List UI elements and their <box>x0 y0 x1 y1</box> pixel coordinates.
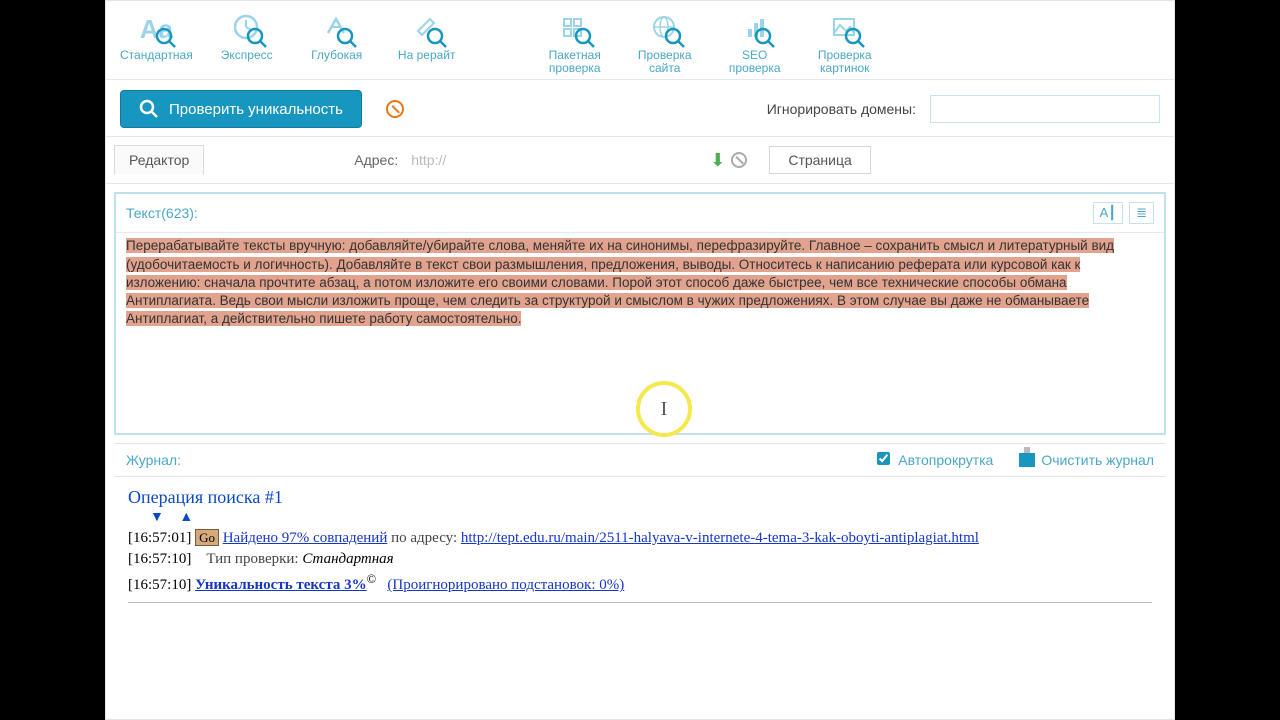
magnifier-icon <box>336 27 358 49</box>
text-count-label: Текст(623): <box>126 205 198 221</box>
search-icon <box>139 99 159 119</box>
font-tool-button[interactable]: A┃ <box>1093 202 1124 224</box>
clear-journal-label: Очистить журнал <box>1041 452 1154 468</box>
tool-label: Проверка сайта <box>638 49 692 75</box>
tool-seo[interactable]: SEO проверка <box>719 9 791 75</box>
operation-title: Операция поиска #1 <box>128 487 1152 508</box>
tool-site[interactable]: Проверка сайта <box>629 9 701 75</box>
address-input[interactable] <box>404 146 704 174</box>
action-row: Проверить уникальность Игнорировать доме… <box>106 80 1174 136</box>
log-text: по адресу: <box>391 530 461 546</box>
log-line-2: [16:57:10] Тип проверки: Стандартная <box>128 551 1152 568</box>
magnifier-icon <box>574 27 596 49</box>
tool-label: Экспресс <box>221 49 273 62</box>
brush-icon <box>1019 453 1035 467</box>
layout-tool-button[interactable]: ≣ <box>1129 202 1154 224</box>
journal-header: Журнал: Автопрокрутка Очистить журнал <box>114 443 1166 477</box>
tool-label: Проверка картинок <box>818 49 872 75</box>
match-link[interactable]: Найдено 97% совпадений <box>223 530 388 546</box>
check-button-label: Проверить уникальность <box>169 101 343 118</box>
magnifier-icon <box>844 27 866 49</box>
address-label: Адрес: <box>354 152 398 168</box>
journal-title: Журнал: <box>126 452 181 468</box>
page-tab[interactable]: Страница <box>769 146 870 174</box>
magnifier-icon <box>754 27 776 49</box>
log-time: [16:57:01] <box>128 530 191 546</box>
log-line-1: [16:57:01] Go Найдено 97% совпадений по … <box>128 530 1152 547</box>
tool-rewrite[interactable]: На рерайт <box>391 9 463 75</box>
journal-body: Операция поиска #1 ▼ ▲ [16:57:01] Go Най… <box>114 477 1166 609</box>
tool-standard[interactable]: Aа Стандартная <box>120 9 193 75</box>
tool-label: На рерайт <box>398 49 456 62</box>
ignore-domains-label: Игнорировать домены: <box>767 101 916 117</box>
clear-journal-button[interactable]: Очистить журнал <box>1019 452 1154 468</box>
text-panel: Текст(623): A┃ ≣ Перерабатывайте тексты … <box>114 192 1166 435</box>
tool-label: Стандартная <box>120 49 193 62</box>
substitutions-link[interactable]: (Проигнорировано подстановок: 0%) <box>387 577 624 593</box>
check-type-value: Стандартная <box>302 551 393 567</box>
log-time: [16:57:10] <box>128 551 191 567</box>
tool-label: SEO проверка <box>729 49 781 75</box>
magnifier-icon <box>664 27 686 49</box>
editor-content: Перерабатывайте тексты вручную: добавляй… <box>126 238 1114 326</box>
log-line-3: [16:57:10] Уникальность текста 3%© (Прои… <box>128 572 1152 594</box>
tool-label: Глубокая <box>311 49 362 62</box>
autoscroll-label: Автопрокрутка <box>898 452 993 468</box>
autoscroll-toggle[interactable]: Автопрокрутка <box>877 452 993 468</box>
magnifier-icon <box>426 27 448 49</box>
uniqueness-link[interactable]: Уникальность текста 3% <box>195 577 367 593</box>
stop-icon[interactable] <box>386 100 404 118</box>
sort-arrows[interactable]: ▼ ▲ <box>150 510 1152 526</box>
go-badge[interactable]: Go <box>195 529 219 546</box>
text-editor[interactable]: Перерабатывайте тексты вручную: добавляй… <box>116 233 1164 433</box>
check-type-label: Тип проверки: <box>206 551 302 567</box>
journal-divider <box>128 602 1152 603</box>
tool-deep[interactable]: Глубокая <box>301 9 373 75</box>
main-toolbar: Aа Стандартная Экспресс Глубокая Н <box>106 1 1174 80</box>
check-uniqueness-button[interactable]: Проверить уникальность <box>120 90 362 128</box>
download-icon[interactable]: ⬇ <box>710 150 725 171</box>
source-url[interactable]: http://tept.edu.ru/main/2511-halyava-v-i… <box>461 530 979 546</box>
cancel-icon[interactable] <box>731 152 747 168</box>
magnifier-icon <box>155 27 177 49</box>
editor-header: Редактор Адрес: ⬇ Страница <box>106 136 1174 184</box>
autoscroll-checkbox[interactable] <box>877 452 890 465</box>
log-time: [16:57:10] <box>128 577 191 593</box>
tool-batch[interactable]: Пакетная проверка <box>539 9 611 75</box>
tool-images[interactable]: Проверка картинок <box>809 9 881 75</box>
tool-express[interactable]: Экспресс <box>211 9 283 75</box>
ignore-domains-input[interactable] <box>930 95 1160 123</box>
cursor-indicator: I <box>636 381 692 437</box>
tool-label: Пакетная проверка <box>549 49 601 75</box>
copyright-sup: © <box>367 572 377 586</box>
magnifier-icon <box>246 27 268 49</box>
editor-tab[interactable]: Редактор <box>114 145 204 175</box>
